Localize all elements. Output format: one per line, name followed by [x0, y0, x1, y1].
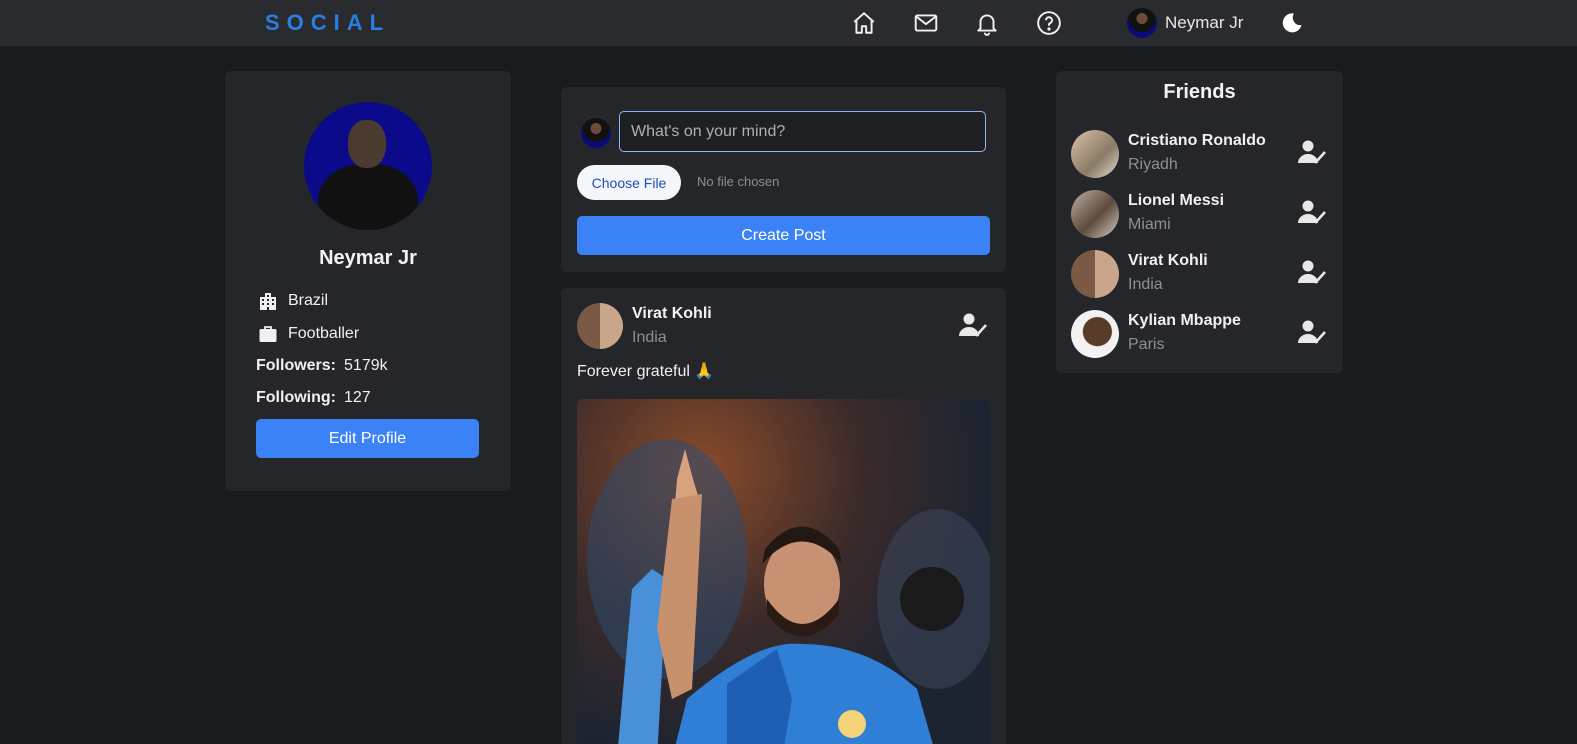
brand-logo[interactable]: SOCIAL: [265, 10, 390, 36]
post-card: Virat Kohli India Forever grateful 🙏: [561, 288, 1006, 744]
friend-check-icon[interactable]: [1297, 318, 1327, 346]
top-nav-bar: SOCIAL Neymar Jr: [0, 0, 1577, 46]
choose-file-button[interactable]: Choose File: [577, 165, 681, 200]
building-icon: [260, 293, 276, 310]
avatar: [1071, 250, 1119, 298]
friend-check-icon[interactable]: [1297, 258, 1327, 286]
avatar: [1071, 310, 1119, 358]
avatar: [1127, 8, 1157, 38]
home-icon[interactable]: [850, 9, 878, 37]
briefcase-icon: [259, 326, 277, 342]
friend-location: Paris: [1128, 336, 1165, 353]
followers-label: Followers:: [256, 357, 337, 374]
edit-profile-button[interactable]: Edit Profile: [256, 419, 479, 458]
friend-item[interactable]: Cristiano Ronaldo Riyadh: [1071, 130, 1331, 180]
following-count: 127: [343, 389, 371, 406]
friend-check-icon[interactable]: [958, 311, 988, 339]
bell-icon[interactable]: [973, 9, 1001, 37]
followers-count: 5179k: [344, 357, 388, 374]
friend-item[interactable]: Kylian Mbappe Paris: [1071, 310, 1331, 360]
post-image: [577, 399, 990, 744]
profile-card: Neymar Jr Brazil Footballer Followers: 5…: [225, 71, 511, 491]
friend-location: Miami: [1128, 216, 1171, 233]
post-composer: Choose File No file chosen Create Post: [561, 87, 1006, 272]
profile-occupation: Footballer: [258, 324, 359, 344]
friend-name: Lionel Messi: [1128, 192, 1225, 209]
profile-location: Brazil: [258, 291, 328, 311]
avatar[interactable]: [577, 303, 623, 349]
following-stat: Following: 127: [256, 389, 371, 407]
followers-stat: Followers: 5179k: [256, 357, 388, 375]
current-user-chip[interactable]: Neymar Jr: [1127, 7, 1243, 39]
create-post-button[interactable]: Create Post: [577, 216, 990, 255]
profile-name: Neymar Jr: [319, 247, 417, 269]
post-input[interactable]: [619, 111, 986, 152]
post-location: India: [632, 329, 667, 346]
post-text: Forever grateful 🙏: [577, 363, 715, 380]
occupation-text: Footballer: [288, 325, 360, 342]
friend-name: Virat Kohli: [1128, 252, 1208, 269]
moon-icon[interactable]: [1280, 11, 1304, 35]
friend-location: Riyadh: [1128, 156, 1178, 173]
friend-name: Cristiano Ronaldo: [1128, 132, 1266, 149]
avatar: [581, 118, 611, 148]
avatar: [1071, 190, 1119, 238]
file-status: No file chosen: [697, 174, 780, 189]
friend-item[interactable]: Virat Kohli India: [1071, 250, 1331, 300]
friend-location: India: [1128, 276, 1163, 293]
mail-icon[interactable]: [912, 9, 940, 37]
post-author[interactable]: Virat Kohli: [632, 305, 712, 323]
profile-avatar: [304, 102, 432, 230]
friend-name: Kylian Mbappe: [1128, 312, 1241, 329]
friend-check-icon[interactable]: [1297, 198, 1327, 226]
avatar: [1071, 130, 1119, 178]
friends-title: Friends: [1163, 81, 1236, 103]
current-user-name: Neymar Jr: [1165, 13, 1244, 32]
friend-check-icon[interactable]: [1297, 138, 1327, 166]
friend-item[interactable]: Lionel Messi Miami: [1071, 190, 1331, 240]
following-label: Following:: [256, 389, 336, 406]
location-text: Brazil: [288, 292, 329, 309]
help-icon[interactable]: [1035, 9, 1063, 37]
friends-card: Friends Cristiano Ronaldo Riyadh Lionel …: [1056, 71, 1343, 373]
